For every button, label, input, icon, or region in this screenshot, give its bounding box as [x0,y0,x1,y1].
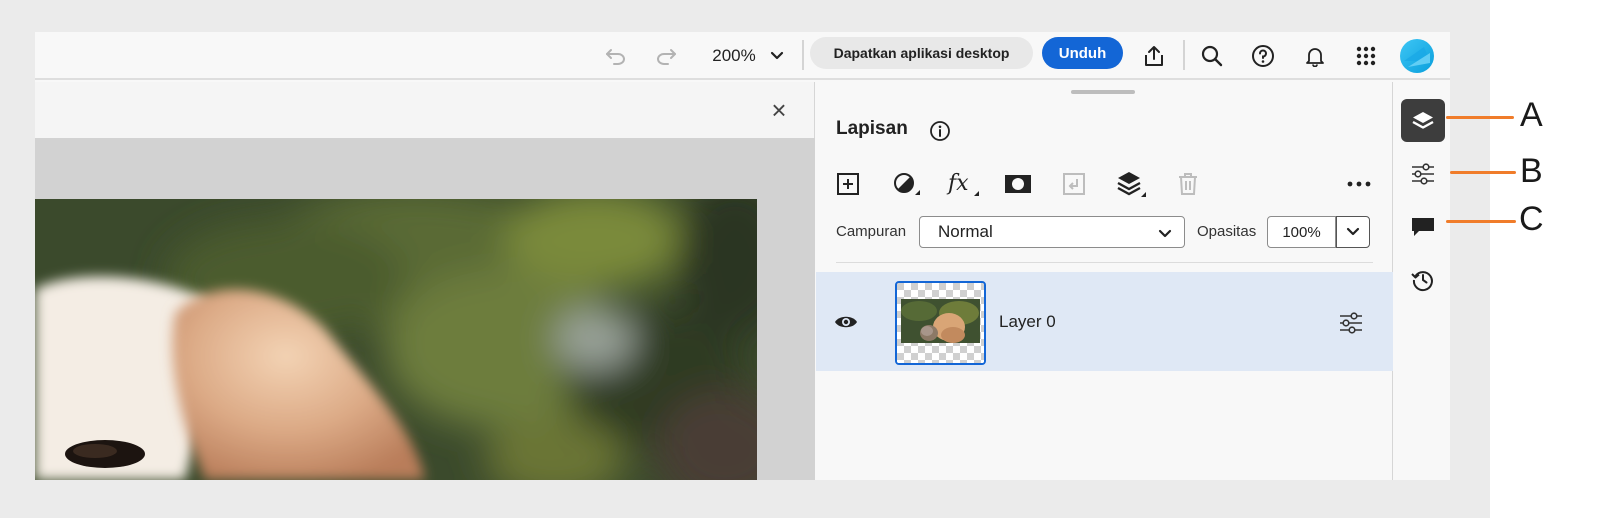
chevron-down-icon [1158,226,1172,244]
comments-icon[interactable] [1409,213,1437,241]
layer-mask-icon[interactable] [1003,170,1033,198]
info-icon[interactable] [928,119,952,143]
share-icon[interactable] [1139,32,1169,80]
divider [836,262,1373,263]
download-button[interactable]: Unduh [1042,37,1123,69]
callout-label-c: C [1519,200,1544,238]
zoom-chevron-down-icon[interactable] [765,32,789,80]
close-document-icon[interactable]: × [763,82,795,138]
redo-icon[interactable] [650,32,682,80]
opacity-label: Opasitas [1197,223,1257,240]
blend-mode-select[interactable]: Normal [919,216,1185,248]
zoom-level[interactable]: 200% [703,32,765,80]
undo-icon[interactable] [600,32,632,80]
callout-line-c [1446,220,1516,223]
callout-line-a [1446,116,1514,119]
svg-text:fx: fx [946,171,969,196]
layers-panel: Lapisan fx Campuran Normal Opasitas 100%… [816,82,1393,480]
layers-icon [1410,109,1436,133]
callout-label-a: A [1520,96,1543,134]
help-icon[interactable] [1248,32,1278,80]
opacity-dropdown-button[interactable] [1336,216,1370,248]
canvas-image [35,199,757,480]
avatar[interactable] [1398,32,1436,80]
top-toolbar: 200% Dapatkan aplikasi desktop Unduh [35,32,1450,80]
adjustments-sliders-icon[interactable] [1409,160,1437,188]
app-window: 200% Dapatkan aplikasi desktop Unduh × L… [35,32,1450,480]
bell-icon[interactable] [1301,32,1329,80]
apps-grid-icon[interactable] [1352,32,1380,80]
visibility-eye-icon[interactable] [832,310,860,334]
get-desktop-app-button[interactable]: Dapatkan aplikasi desktop [810,37,1033,69]
toolbar-divider [802,40,804,70]
clipping-mask-icon[interactable] [1059,170,1089,198]
fx-effects-icon[interactable]: fx [946,168,980,200]
toolbar-divider [1183,40,1185,70]
layer-name[interactable]: Layer 0 [999,312,1056,332]
more-options-icon[interactable] [1344,174,1374,194]
right-panel-rail [1394,82,1450,480]
document-canvas-area: × [35,82,815,480]
opacity-input[interactable]: 100% [1267,216,1336,248]
delete-layer-icon[interactable] [1174,170,1202,198]
history-icon[interactable] [1409,266,1437,294]
panel-drag-handle[interactable] [1071,90,1135,94]
adjustment-layer-icon[interactable] [890,170,922,200]
blend-mode-value: Normal [938,222,993,241]
panel-title: Lapisan [836,118,908,139]
layer-properties-sliders-icon[interactable] [1336,309,1366,337]
layer-thumbnail[interactable] [895,281,986,365]
chevron-down-icon [1346,227,1360,237]
callout-line-b [1450,171,1516,174]
callout-label-b: B [1520,152,1543,190]
blend-mode-label: Campuran [836,223,907,240]
layer-stack-icon[interactable] [1114,168,1148,200]
layer-row[interactable]: Layer 0 [816,272,1393,371]
add-layer-icon[interactable] [834,170,862,198]
layers-panel-button[interactable] [1401,99,1445,142]
search-icon[interactable] [1198,32,1226,80]
